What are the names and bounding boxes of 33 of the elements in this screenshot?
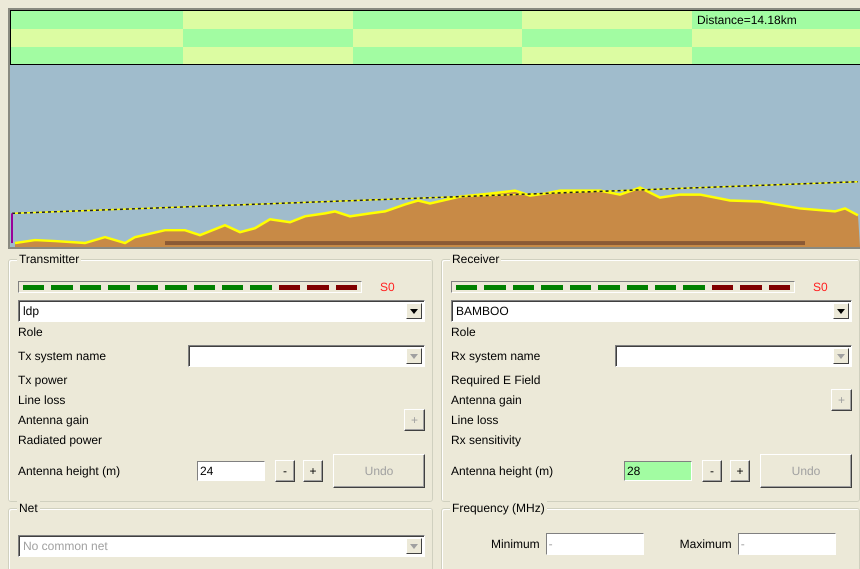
- signal-reading: S0: [380, 280, 395, 294]
- field-label: Rx system name: [451, 349, 540, 363]
- field-label: Radiated power: [18, 433, 102, 447]
- frequency-field[interactable]: -: [738, 533, 836, 555]
- field-label: Minimum: [491, 537, 540, 551]
- signal-reading: S0: [813, 280, 828, 294]
- distance-label: Distance=14.18km: [697, 13, 797, 27]
- increment-button[interactable]: +: [303, 460, 323, 482]
- field-label: Required E Field: [451, 373, 540, 387]
- field-label: Role: [18, 325, 43, 339]
- field-label: Role: [451, 325, 476, 339]
- field-label: Antenna height (m): [451, 464, 554, 478]
- field-label: Antenna gain: [451, 393, 522, 407]
- field-label: Line loss: [451, 413, 498, 427]
- field-label: Maximum: [680, 537, 732, 551]
- device-dropdown[interactable]: BAMBOO: [451, 300, 852, 322]
- field-label: Antenna height (m): [18, 464, 120, 478]
- field-label: Antenna gain: [18, 413, 89, 427]
- decrement-button[interactable]: -: [275, 460, 295, 482]
- antenna-height-field[interactable]: 24: [197, 461, 265, 481]
- device-dropdown[interactable]: ldp: [18, 300, 425, 322]
- decrement-button[interactable]: -: [702, 460, 722, 482]
- group-title: Frequency (MHz): [450, 501, 547, 515]
- field-label: Tx power: [18, 373, 68, 387]
- antenna-height-field[interactable]: 28: [624, 461, 692, 481]
- frequency-field[interactable]: -: [546, 533, 644, 555]
- field-label: Rx sensitivity: [451, 433, 522, 447]
- group-title: Net: [17, 501, 40, 515]
- field-label: Line loss: [18, 393, 66, 407]
- increment-button[interactable]: +: [730, 460, 750, 482]
- group-title: Receiver: [450, 252, 502, 266]
- field-label: Tx system name: [18, 349, 106, 363]
- group-title: Transmitter: [17, 252, 82, 266]
